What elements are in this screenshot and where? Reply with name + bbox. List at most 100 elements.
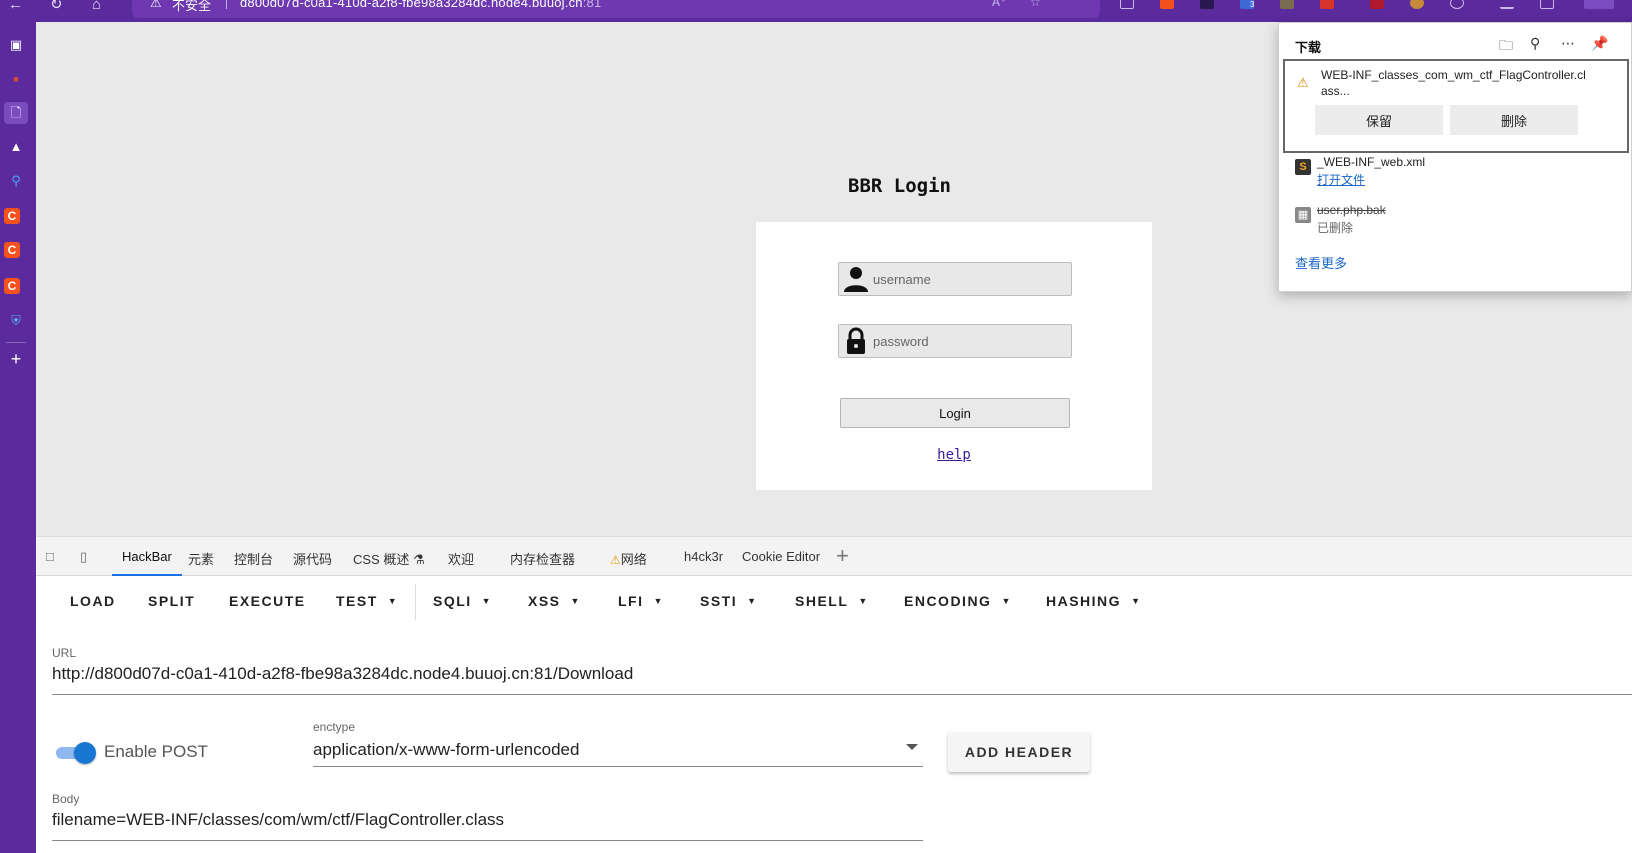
extensions-puzzle-icon[interactable] (1450, 0, 1464, 9)
test-label: TEST (336, 593, 378, 609)
favorites-icon[interactable] (1500, 0, 1514, 9)
caret-down-icon: ▼ (858, 596, 869, 606)
toggle-knob (74, 742, 96, 764)
username-field[interactable] (838, 262, 1072, 296)
xss-menu[interactable]: XSS ▼ (528, 593, 581, 609)
address-host: d800d07d-c0a1-410d-a2f8-fbe98a3284dc.nod… (240, 0, 583, 10)
tab-network-label: 网络 (620, 552, 647, 567)
body-input[interactable]: filename=WEB-INF/classes/com/wm/ctf/Flag… (52, 810, 504, 830)
device-emulation-icon[interactable]: ▯ (80, 549, 98, 565)
extension-icon-csdn[interactable] (1160, 0, 1174, 9)
body-label: Body (52, 792, 80, 806)
downloads-toolbar-icon[interactable] (1584, 0, 1614, 9)
enable-post-toggle[interactable] (56, 742, 96, 764)
caret-down-icon: ▼ (481, 596, 493, 606)
refresh-icon[interactable]: ↻ (50, 0, 63, 12)
csdn-icon[interactable]: C (4, 242, 20, 258)
url-input[interactable]: http://d800d07d-c0a1-410d-a2f8-fbe98a328… (52, 664, 633, 684)
extension-icon-6[interactable] (1370, 0, 1384, 9)
browser-sidebar: ▣ ■ 🗋 ▲ ⚲ C C C ⛨ + (0, 22, 36, 853)
home-icon[interactable]: ⌂ (92, 0, 101, 12)
password-input[interactable] (873, 331, 1063, 351)
enctype-select[interactable]: application/x-www-form-urlencoded (313, 740, 579, 760)
download-status: 已删除 (1317, 221, 1354, 235)
hackbar-menu: LOAD SPLIT EXECUTE TEST ▼ SQLI ▼ XSS ▼ LFI ▼… (36, 576, 1632, 628)
tab-hackbar[interactable]: HackBar (122, 549, 172, 564)
login-button[interactable]: Login (840, 398, 1070, 428)
caret-down-icon: ▼ (747, 596, 758, 606)
add-icon[interactable]: + (4, 348, 28, 370)
shield-icon[interactable]: ⛨ (4, 310, 28, 332)
back-icon[interactable]: ← (8, 0, 23, 12)
username-input[interactable] (873, 269, 1063, 289)
extension-icon-5[interactable] (1320, 0, 1334, 9)
downloads-panel: 下载 🗀 ⚲ ⋯ 📌 ⚠ WEB-INF_classes_com_wm_ctf_… (1278, 22, 1632, 292)
folder-icon[interactable]: 🗀 (1499, 35, 1513, 59)
open-file-link[interactable]: 打开文件 (1317, 171, 1365, 188)
password-field[interactable] (838, 324, 1072, 358)
favorite-add-icon[interactable]: ☆ (1030, 0, 1041, 9)
tab-welcome[interactable]: 欢迎 (448, 549, 474, 568)
read-aloud-icon[interactable]: A⁺ (992, 0, 1006, 9)
extension-icon-badge[interactable]: 3 (1240, 0, 1254, 9)
tab-network[interactable]: ⚠网络 (610, 549, 647, 568)
load-button[interactable]: LOAD (70, 593, 116, 609)
user-icon (844, 267, 868, 292)
chevron-down-icon[interactable] (906, 744, 918, 750)
shell-label: SHELL (795, 593, 849, 609)
download-filename: user.php.bak (1317, 203, 1386, 217)
address-url[interactable]: d800d07d-c0a1-410d-a2f8-fbe98a3284dc.nod… (240, 0, 601, 10)
search-icon[interactable]: ⚲ (1530, 35, 1540, 52)
extension-icon-4[interactable] (1280, 0, 1294, 9)
hashing-menu[interactable]: HASHING ▼ (1046, 593, 1141, 609)
sqli-menu[interactable]: SQLI ▼ (433, 593, 492, 609)
test-menu[interactable]: TEST ▼ (336, 593, 398, 609)
help-link[interactable]: help (756, 447, 1152, 463)
encoding-menu[interactable]: ENCODING ▼ (904, 593, 1012, 609)
execute-label: EXECUTE (229, 593, 306, 609)
add-header-button[interactable]: ADD HEADER (948, 732, 1090, 772)
address-bar[interactable]: ⚠ 不安全 d800d07d-c0a1-410d-a2f8-fbe98a3284… (132, 0, 1100, 18)
sidebar-app-icon-2[interactable]: ▲ (4, 136, 28, 158)
download-filename: _WEB-INF_web.xml (1317, 155, 1426, 169)
keep-button[interactable]: 保留 (1315, 105, 1443, 135)
split-button[interactable]: SPLIT (148, 593, 195, 609)
more-icon[interactable]: ⋯ (1561, 35, 1575, 52)
ssti-menu[interactable]: SSTI ▼ (700, 593, 758, 609)
extension-icon-1[interactable] (1120, 0, 1134, 9)
tab-cookie-editor[interactable]: Cookie Editor (742, 549, 820, 564)
collections-icon[interactable] (1540, 0, 1554, 9)
csdn-icon[interactable]: C (4, 278, 20, 294)
sidebar-app-icon-1[interactable]: ■ (4, 68, 28, 90)
lfi-menu[interactable]: LFI ▼ (618, 593, 664, 609)
download-item[interactable]: S _WEB-INF_web.xml 打开文件 (1295, 155, 1625, 195)
download-item: ▦ user.php.bak 已删除 (1295, 203, 1625, 243)
csdn-icon[interactable]: C (4, 208, 20, 224)
add-tab-icon[interactable]: + (836, 543, 849, 569)
caret-down-icon: ▼ (1131, 596, 1142, 606)
warning-icon: ⚠ (610, 553, 621, 567)
login-card: Login help (756, 222, 1152, 490)
search-icon[interactable]: ⚲ (4, 170, 28, 192)
pin-icon[interactable]: 📌 (1591, 35, 1608, 52)
tab-h4ck3r[interactable]: h4ck3r (684, 549, 723, 564)
extension-icon-hackbar[interactable] (1200, 0, 1214, 9)
tab-memory-inspector[interactable]: 内存检查器 (510, 549, 575, 568)
tab-css-overview[interactable]: CSS 概述 ⚗ (353, 549, 425, 568)
tab-actions-icon[interactable]: ▣ (4, 34, 28, 56)
execute-button[interactable]: EXECUTE (229, 593, 306, 609)
page-title: BBR Login (848, 175, 951, 197)
browser-toolbar: ← ↻ ⌂ ⚠ 不安全 d800d07d-c0a1-410d-a2f8-fbe9… (0, 0, 1632, 22)
download-item-warning: ⚠ WEB-INF_classes_com_wm_ctf_FlagControl… (1283, 59, 1629, 153)
ssti-label: SSTI (700, 593, 738, 609)
page-icon[interactable]: 🗋 (4, 102, 28, 124)
tab-elements[interactable]: 元素 (188, 549, 214, 568)
tab-console[interactable]: 控制台 (234, 549, 273, 568)
shell-menu[interactable]: SHELL ▼ (795, 593, 869, 609)
see-more-link[interactable]: 查看更多 (1295, 253, 1347, 272)
cookie-icon[interactable] (1410, 0, 1424, 9)
sidebar-divider (6, 342, 26, 343)
delete-button[interactable]: 删除 (1450, 105, 1578, 135)
tab-sources[interactable]: 源代码 (293, 549, 332, 568)
inspect-element-icon[interactable]: □ (46, 549, 64, 565)
